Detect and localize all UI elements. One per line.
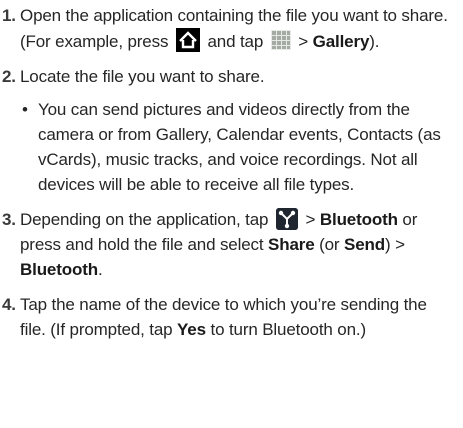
share-icon — [275, 208, 298, 230]
step-text: to turn Bluetooth on.) — [210, 320, 367, 339]
send-label: Send — [344, 235, 385, 254]
step-text: (or — [319, 235, 340, 254]
bullet-text: You can send pictures and videos directl… — [38, 100, 441, 194]
step-2: 2. Locate the file you want to share. — [2, 64, 455, 89]
step-text: ). — [369, 32, 380, 51]
step-text: Depending on the application, tap — [20, 210, 269, 229]
step-number: 2. — [2, 67, 16, 86]
bullet-dot: • — [22, 100, 28, 119]
yes-label: Yes — [177, 320, 206, 339]
step-text: > — [298, 32, 309, 51]
step-text: ) > — [384, 235, 405, 254]
step-number: 1. — [2, 6, 16, 25]
step-text: Locate the file you want to share. — [20, 67, 265, 86]
step-2-bullet: • You can send pictures and videos direc… — [2, 97, 455, 197]
step-text: and tap — [207, 32, 264, 51]
home-icon — [175, 28, 200, 52]
share-label: Share — [268, 235, 315, 254]
step-number: 4. — [2, 295, 16, 314]
bluetooth-label: Bluetooth — [20, 260, 98, 279]
step-text: > — [305, 210, 316, 229]
bluetooth-label: Bluetooth — [319, 210, 398, 229]
apps-grid-icon — [270, 30, 291, 50]
gallery-label: Gallery — [312, 32, 370, 51]
step-1: 1. Open the application containing the f… — [2, 3, 455, 54]
step-4: 4. Tap the name of the device to which y… — [2, 292, 455, 342]
step-text: . — [97, 260, 103, 279]
instructions: 1. Open the application containing the f… — [0, 0, 463, 342]
step-3: 3. Depending on the application, tap > B… — [2, 207, 455, 282]
step-number: 3. — [2, 210, 16, 229]
